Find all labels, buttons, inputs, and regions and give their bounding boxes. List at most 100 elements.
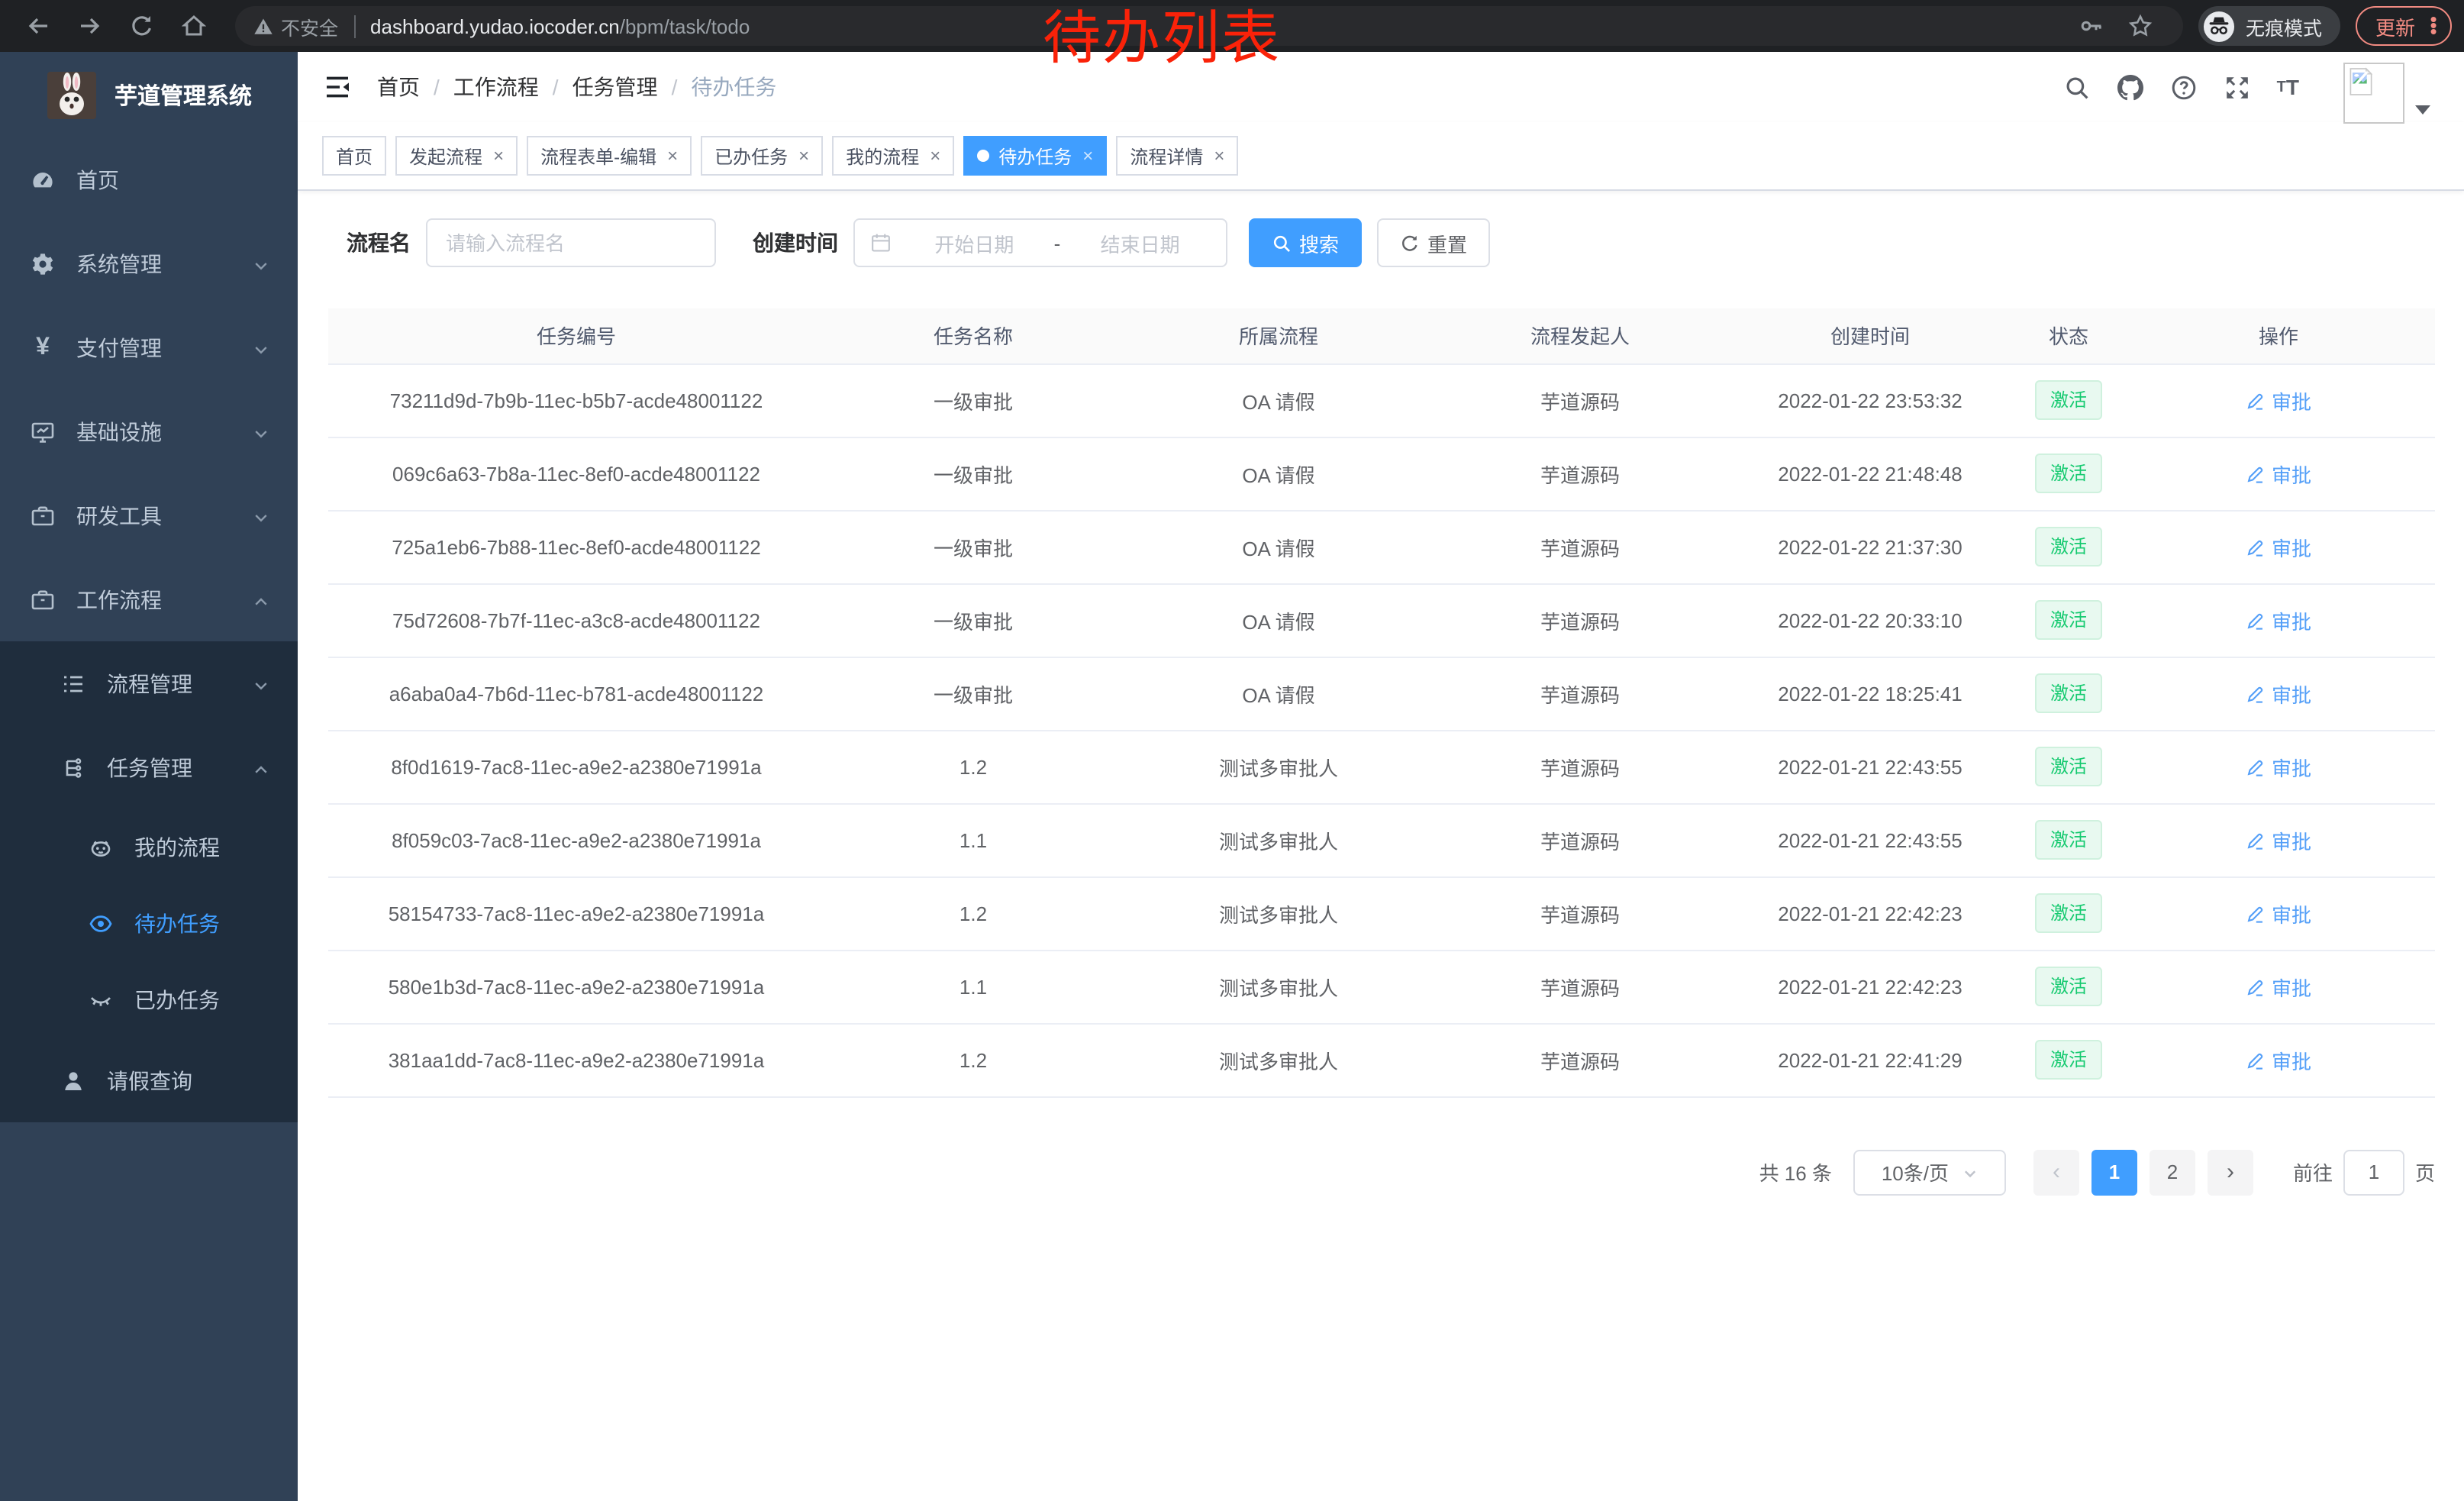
table-row: 8f0d1619-7ac8-11ec-a9e2-a2380e71991a 1.2… [328,730,2435,803]
approve-link[interactable]: 审批 [2246,679,2311,708]
help-icon[interactable] [2170,73,2198,101]
process-name-input[interactable] [426,218,716,267]
sidebar-item-payment[interactable]: ¥ 支付管理 [0,305,298,389]
cell-task-id: 8f059c03-7ac8-11ec-a9e2-a2380e71991a [328,803,824,876]
incognito-icon [2203,10,2235,42]
tab-home[interactable]: 首页× [322,136,386,176]
sidebar-item-task-mgmt[interactable]: 任务管理 [0,725,298,809]
breadcrumb-workflow[interactable]: 工作流程 [453,72,539,102]
approve-link[interactable]: 审批 [2246,459,2311,488]
tag-view-bar: 首页× 发起流程× 流程表单-编辑× 已办任务× 我的流程 × 待办任务× 流程详… [298,122,2464,191]
tab-close-icon[interactable]: × [493,147,504,165]
tab-close-icon[interactable]: × [798,147,809,165]
approve-link[interactable]: 审批 [2246,899,2311,928]
approve-link[interactable]: 审批 [2246,972,2311,1001]
avatar-dropdown-caret-icon[interactable] [2415,105,2430,115]
reload-icon[interactable] [122,6,162,46]
page-size-select[interactable]: 10条/页 [1853,1149,2006,1195]
page-button-2[interactable]: 2 [2150,1149,2195,1195]
sidebar-item-todo-tasks[interactable]: 待办任务 [0,886,298,962]
not-secure-warning-icon[interactable] [253,16,281,36]
approve-link-label: 审批 [2272,752,2311,781]
avatar[interactable] [2343,63,2404,124]
sidebar-item-infrastructure[interactable]: 基础设施 [0,389,298,473]
page-button-1[interactable]: 1 [2091,1149,2137,1195]
sidebar-item-label: 系统管理 [76,248,162,279]
sidebar-item-system[interactable]: 系统管理 [0,221,298,305]
star-icon[interactable] [2121,6,2160,46]
search-button[interactable]: 搜索 [1249,218,1362,267]
logo-row[interactable]: 芋道管理系统 [0,52,298,137]
cell-create-time: 2022-01-22 21:48:48 [1725,437,2015,510]
tab-close-icon[interactable]: × [1082,147,1093,165]
breadcrumb-task-mgmt[interactable]: 任务管理 [572,72,658,102]
cell-task-name: 1.2 [824,730,1122,803]
sidebar-collapse-icon[interactable] [322,72,353,102]
approve-link[interactable]: 审批 [2246,752,2311,781]
approve-link[interactable]: 审批 [2246,825,2311,854]
font-size-icon[interactable]: TT [2277,73,2299,101]
sidebar-item-home[interactable]: 首页 [0,137,298,221]
approve-link-label: 审批 [2272,679,2311,708]
approve-link[interactable]: 审批 [2246,605,2311,634]
tab-my-process[interactable]: 我的流程 × [832,136,954,176]
tab-close-icon[interactable]: × [930,147,940,165]
approve-link[interactable]: 审批 [2246,1045,2311,1074]
home-icon[interactable] [174,6,214,46]
create-time-label: 创建时间 [753,228,838,258]
end-date-placeholder[interactable]: 结束日期 [1069,228,1211,257]
reset-button[interactable]: 重置 [1377,218,1490,267]
tab-process-detail[interactable]: 流程详情× [1116,136,1238,176]
breadcrumb-home[interactable]: 首页 [377,72,420,102]
chevron-down-icon [1961,1164,1978,1180]
user-icon [61,1068,85,1093]
tab-todo-tasks[interactable]: 待办任务× [963,136,1107,176]
search-button-icon [1272,233,1292,253]
sidebar-item-done-tasks[interactable]: 已办任务 [0,962,298,1038]
tab-close-icon[interactable]: × [667,147,678,165]
key-icon[interactable] [2072,6,2111,46]
sidebar-item-leave-query[interactable]: 请假查询 [0,1038,298,1122]
table-row: 580e1b3d-7ac8-11ec-a9e2-a2380e71991a 1.1… [328,950,2435,1023]
github-icon[interactable] [2117,73,2144,101]
tab-close-icon[interactable]: × [1214,147,1224,165]
back-icon[interactable] [18,6,58,46]
cell-create-time: 2022-01-21 22:43:55 [1725,803,2015,876]
cell-task-name: 1.2 [824,1023,1122,1096]
sidebar-item-my-process[interactable]: 我的流程 [0,809,298,886]
page-content: 流程名 创建时间 开始日期 - 结束日期 搜索 [298,191,2464,1195]
goto-page-input[interactable] [2343,1149,2404,1195]
approve-link[interactable]: 审批 [2246,532,2311,561]
sidebar-item-process-mgmt[interactable]: 流程管理 [0,641,298,725]
tab-done-tasks[interactable]: 已办任务× [701,136,823,176]
next-page-button[interactable]: › [2208,1149,2253,1195]
tab-form-edit[interactable]: 流程表单-编辑× [527,136,692,176]
search-icon[interactable] [2063,73,2091,101]
status-badge: 激活 [2035,820,2102,860]
prev-page-button[interactable]: ‹ [2033,1149,2079,1195]
date-range-picker[interactable]: 开始日期 - 结束日期 [853,218,1227,267]
tab-label: 我的流程 [846,143,919,169]
approve-link[interactable]: 审批 [2246,386,2311,415]
col-actions: 操作 [2122,308,2435,363]
eye-icon [89,912,113,936]
edit-icon [2246,683,2266,703]
tab-start-process[interactable]: 发起流程× [395,136,518,176]
cell-create-time: 2022-01-22 23:53:32 [1725,363,2015,437]
fullscreen-icon[interactable] [2224,73,2251,101]
cell-create-time: 2022-01-21 22:43:55 [1725,730,2015,803]
sidebar-item-workflow[interactable]: 工作流程 [0,557,298,641]
monitor-icon [31,419,55,444]
forward-icon[interactable] [70,6,110,46]
chrome-update-button[interactable]: 更新 ••• [2356,6,2452,46]
approve-link-label: 审批 [2272,459,2311,488]
page-header: 首页 / 工作流程 / 任务管理 / 待办任务 [298,52,2464,122]
sidebar-item-devtools[interactable]: 研发工具 [0,473,298,557]
broken-image-icon [2348,67,2374,96]
cell-process: OA 请假 [1122,657,1435,730]
browser-menu-dots-icon[interactable]: ••• [2426,17,2441,35]
cell-create-time: 2022-01-22 21:37:30 [1725,510,2015,583]
start-date-placeholder[interactable]: 开始日期 [904,228,1045,257]
cell-task-name: 一级审批 [824,583,1122,657]
next-page-icon: › [2227,1159,2234,1185]
